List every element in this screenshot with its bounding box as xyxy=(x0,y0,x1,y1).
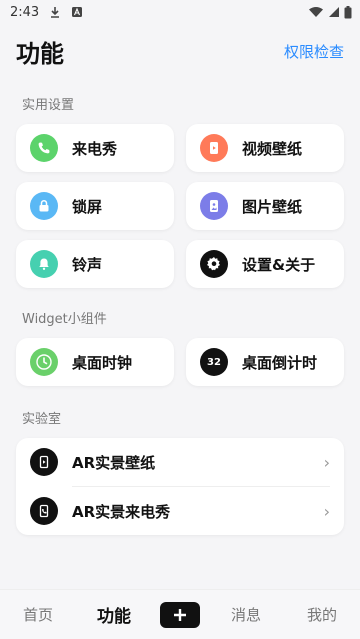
nav-features[interactable]: 功能 xyxy=(84,602,144,627)
nav-profile[interactable]: 我的 xyxy=(292,604,352,625)
countdown-icon: 32 xyxy=(200,348,228,376)
section-label-widget: Widget小组件 xyxy=(22,312,107,327)
header: 功能 权限检查 xyxy=(0,24,360,78)
battery-icon xyxy=(344,5,352,19)
nav-messages[interactable]: 消息 xyxy=(216,604,276,625)
card-label: 视频壁纸 xyxy=(242,139,303,158)
add-button[interactable] xyxy=(160,601,200,628)
widget-grid: 桌面时钟 32 桌面倒计时 xyxy=(0,338,360,386)
nav-home[interactable]: 首页 xyxy=(8,604,68,625)
chevron-right-icon: › xyxy=(323,452,330,472)
card-label: 铃声 xyxy=(72,255,103,274)
card-call-show[interactable]: 来电秀 xyxy=(16,124,174,172)
list-item-label: AR实景壁纸 xyxy=(72,453,156,472)
phone-icon xyxy=(30,134,58,162)
section-label-lab: 实验室 xyxy=(22,412,62,427)
bottom-nav: 首页 功能 消息 我的 xyxy=(0,589,360,639)
notification-a-icon xyxy=(71,6,83,18)
card-settings-about[interactable]: 设置&关于 xyxy=(186,240,344,288)
practical-grid: 来电秀 视频壁纸 锁屏 图片壁纸 铃声 设置&关于 xyxy=(0,124,360,288)
card-image-wallpaper[interactable]: 图片壁纸 xyxy=(186,182,344,230)
list-item-ar-call-show[interactable]: AR实景来电秀 › xyxy=(16,487,344,535)
card-desktop-clock[interactable]: 桌面时钟 xyxy=(16,338,174,386)
countdown-badge: 32 xyxy=(207,356,221,368)
video-wallpaper-icon xyxy=(200,134,228,162)
lock-icon xyxy=(30,192,58,220)
section-label-practical: 实用设置 xyxy=(22,98,75,113)
clock-icon xyxy=(30,348,58,376)
status-bar: 2:43 xyxy=(0,0,360,24)
wifi-icon xyxy=(308,6,324,18)
card-label: 桌面倒计时 xyxy=(242,353,318,372)
card-label: 设置&关于 xyxy=(242,255,316,274)
ar-call-show-icon xyxy=(30,497,58,525)
card-ringtone[interactable]: 铃声 xyxy=(16,240,174,288)
bell-icon xyxy=(30,250,58,278)
card-video-wallpaper[interactable]: 视频壁纸 xyxy=(186,124,344,172)
list-item-ar-wallpaper[interactable]: AR实景壁纸 › xyxy=(16,438,344,486)
card-label: 来电秀 xyxy=(72,139,118,158)
gear-icon xyxy=(200,250,228,278)
chevron-right-icon: › xyxy=(323,501,330,521)
status-time: 2:43 xyxy=(10,4,40,20)
card-label: 图片壁纸 xyxy=(242,197,303,216)
permission-check-link[interactable]: 权限检查 xyxy=(284,41,344,62)
signal-icon xyxy=(328,6,340,18)
download-icon xyxy=(49,6,61,18)
plus-icon xyxy=(174,608,186,621)
card-desktop-countdown[interactable]: 32 桌面倒计时 xyxy=(186,338,344,386)
ar-wallpaper-icon xyxy=(30,448,58,476)
card-label: 桌面时钟 xyxy=(72,353,133,372)
list-item-label: AR实景来电秀 xyxy=(72,502,171,521)
page-title: 功能 xyxy=(16,39,64,68)
card-lock-screen[interactable]: 锁屏 xyxy=(16,182,174,230)
image-wallpaper-icon xyxy=(200,192,228,220)
card-label: 锁屏 xyxy=(72,197,103,216)
lab-list: AR实景壁纸 › AR实景来电秀 › xyxy=(16,438,344,535)
